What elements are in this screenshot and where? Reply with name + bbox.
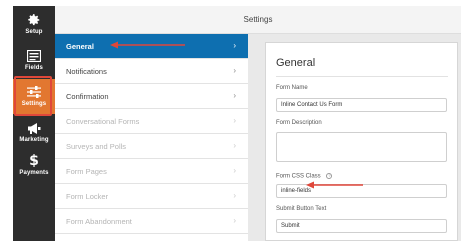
menu-item-label: Form Locker [66, 192, 109, 201]
chevron-right-icon: › [233, 66, 236, 75]
settings-menu: General › Notifications › Confirmation ›… [55, 34, 248, 241]
panel-title: General [276, 57, 316, 69]
form-name-label: Form Name [276, 85, 308, 91]
form-description-textarea[interactable] [276, 132, 447, 162]
menu-item-label: Form Abandonment [66, 217, 132, 226]
form-name-input[interactable]: Inline Contact Us Form [276, 98, 447, 112]
nav-payments[interactable]: $ Payments [13, 151, 55, 185]
form-builder-window: Setup Fields Settings Marketing $ Paymen… [13, 6, 461, 241]
nav-label: Setup [25, 29, 43, 35]
menu-item-form-pages[interactable]: Form Pages › [55, 159, 248, 184]
submit-button-text-input[interactable]: Submit [276, 219, 447, 233]
megaphone-icon [27, 120, 41, 136]
nav-marketing[interactable]: Marketing [13, 118, 55, 152]
menu-item-label: Notifications [66, 67, 107, 76]
chevron-right-icon: › [233, 141, 236, 150]
chevron-right-icon: › [233, 166, 236, 175]
help-icon[interactable]: ? [326, 173, 333, 179]
menu-item-form-abandonment[interactable]: Form Abandonment › [55, 209, 248, 234]
menu-item-notifications[interactable]: Notifications › [55, 59, 248, 84]
chevron-right-icon: › [233, 91, 236, 100]
fields-list-icon [27, 48, 41, 64]
chevron-right-icon: › [233, 41, 236, 50]
menu-item-label: Conversational Forms [66, 117, 140, 126]
menu-item-form-locker[interactable]: Form Locker › [55, 184, 248, 209]
menu-item-confirmation[interactable]: Confirmation › [55, 84, 248, 109]
dollar-icon: $ [29, 153, 39, 169]
menu-item-label: General [66, 42, 94, 51]
form-css-class-label-text: Form CSS Class [276, 173, 321, 180]
chevron-right-icon: › [233, 191, 236, 200]
chevron-right-icon: › [233, 216, 236, 225]
general-settings-panel: General Form Name Inline Contact Us Form… [265, 42, 458, 241]
annotation-arrow-css-class [306, 181, 363, 189]
nav-setup[interactable]: Setup [13, 10, 55, 44]
nav-label: Fields [25, 65, 43, 71]
menu-item-label: Surveys and Polls [66, 142, 127, 151]
submit-button-text-label: Submit Button Text [276, 206, 327, 212]
form-css-class-label: Form CSS Class ? [276, 173, 333, 180]
page-title: Settings [243, 15, 273, 24]
menu-item-surveys-and-polls[interactable]: Surveys and Polls › [55, 134, 248, 159]
form-description-label: Form Description [276, 120, 322, 126]
settings-highlight-outline [14, 76, 52, 116]
top-bar: Settings [55, 6, 461, 34]
gear-icon [27, 12, 41, 28]
nav-label: Payments [19, 170, 49, 176]
nav-fields[interactable]: Fields [13, 46, 55, 80]
nav-label: Marketing [19, 137, 49, 143]
menu-item-label: Form Pages [66, 167, 107, 176]
annotation-arrow-general [110, 41, 185, 49]
divider [276, 76, 448, 77]
builder-left-nav: Setup Fields Settings Marketing $ Paymen… [13, 6, 55, 241]
menu-item-conversational-forms[interactable]: Conversational Forms › [55, 109, 248, 134]
menu-item-label: Confirmation [66, 92, 109, 101]
chevron-right-icon: › [233, 116, 236, 125]
